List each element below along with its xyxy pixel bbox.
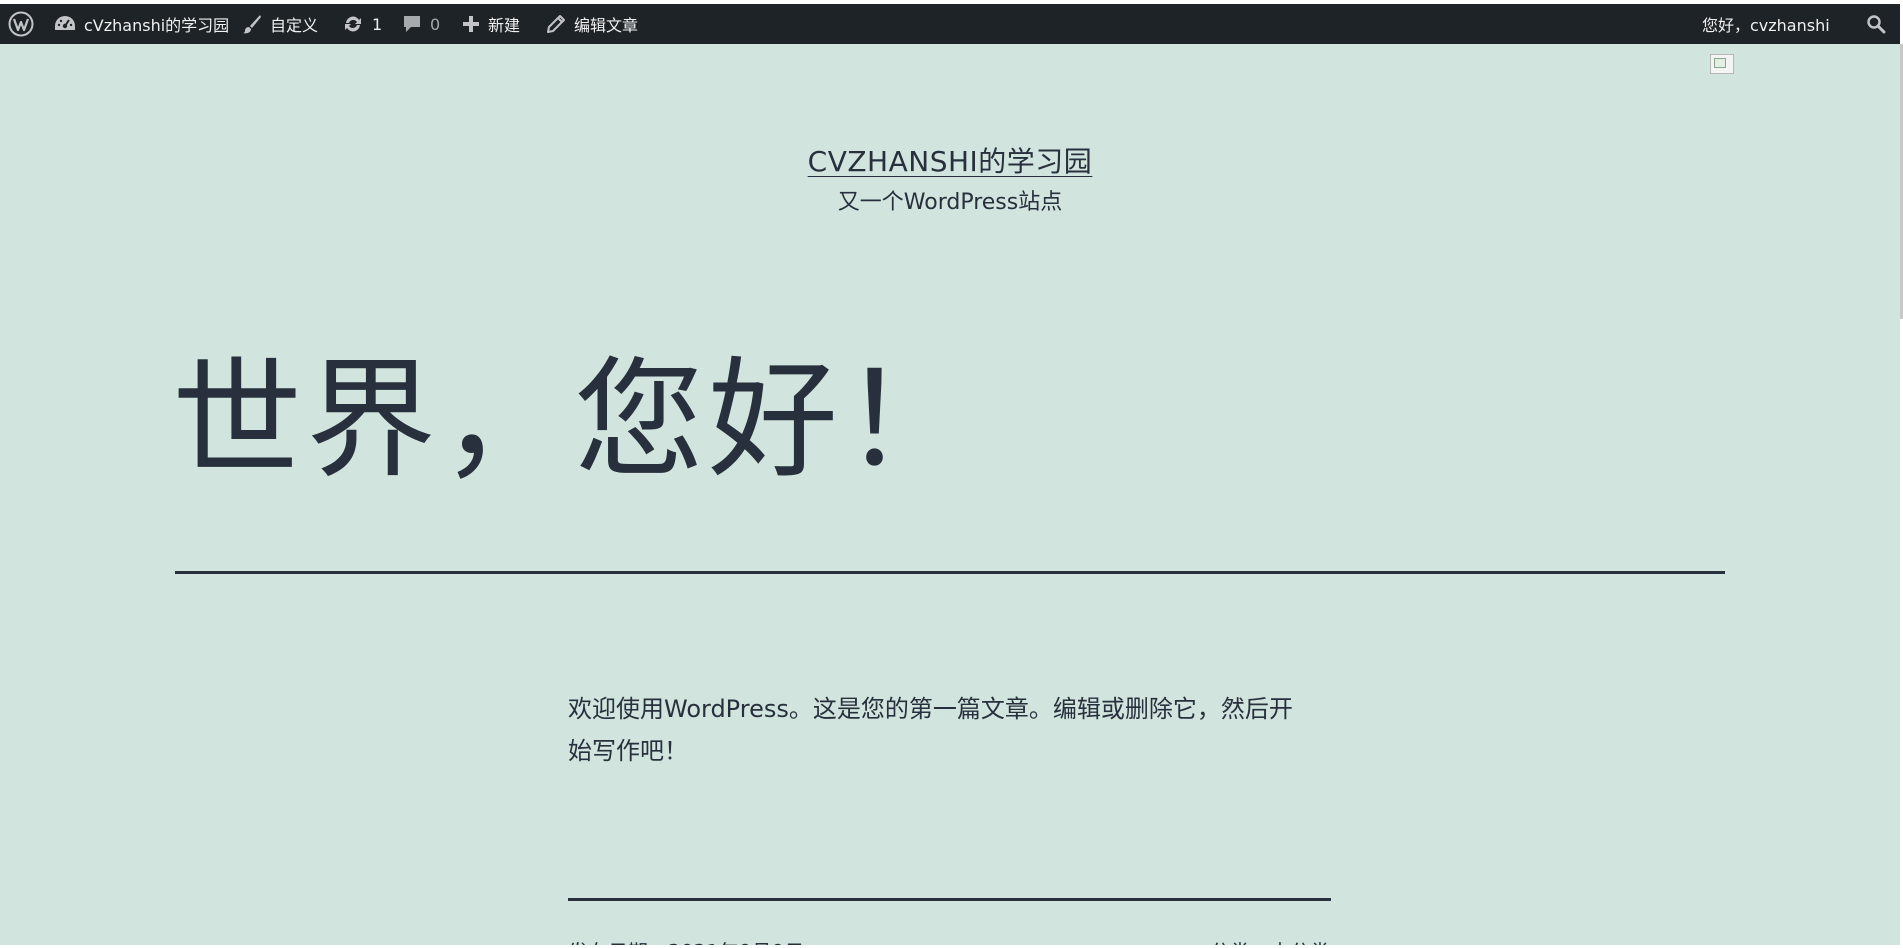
wordpress-menu[interactable] <box>8 4 34 44</box>
wordpress-logo-icon <box>8 11 34 37</box>
customize-menu[interactable]: 自定义 <box>242 4 318 44</box>
updates-count: 1 <box>372 14 383 34</box>
page-viewport: cVzhanshi的学习园 自定义 1 0 新建 编辑文章 您好，cvzhans… <box>0 0 1903 948</box>
site-description: 又一个WordPress站点 <box>837 190 1063 215</box>
paintbrush-icon <box>242 14 262 34</box>
post-title: 世界，您好！ <box>172 344 977 496</box>
post-content-line: 欢迎使用WordPress。这是您的第一篇文章。编辑或删除它，然后开 <box>568 695 1293 723</box>
new-content-menu[interactable]: 新建 <box>462 4 520 44</box>
pencil-icon <box>546 14 566 34</box>
comments-menu[interactable]: 0 <box>402 4 440 44</box>
site-title: CVZHANSHI的学习园 <box>0 140 1900 180</box>
edit-post-menu[interactable]: 编辑文章 <box>546 4 638 44</box>
admin-bar: cVzhanshi的学习园 自定义 1 0 新建 编辑文章 您好，cvzhans… <box>0 4 1900 44</box>
new-label: 新建 <box>488 16 521 35</box>
site-title-link[interactable]: CVZHANSHI的学习园 <box>808 145 1093 178</box>
edit-post-label: 编辑文章 <box>574 16 639 35</box>
updates-menu[interactable]: 1 <box>342 4 382 44</box>
post-content: 欢迎使用WordPress。这是您的第一篇文章。编辑或删除它，然后开 始写作吧！ <box>568 688 1338 772</box>
comment-icon <box>402 14 422 34</box>
site-name-label: cVzhanshi的学习园 <box>84 16 230 35</box>
title-divider <box>175 571 1725 574</box>
plus-icon <box>462 15 480 33</box>
greeting-label: 您好，cvzhanshi <box>1702 16 1830 35</box>
search-icon <box>1866 14 1886 34</box>
comments-count: 0 <box>430 14 441 34</box>
customize-label: 自定义 <box>270 16 319 35</box>
dashboard-icon <box>54 15 76 33</box>
updates-icon <box>342 14 364 34</box>
content-divider <box>568 898 1331 901</box>
broken-image-icon <box>1710 54 1734 74</box>
search-button[interactable] <box>1866 4 1886 44</box>
site-name-menu[interactable]: cVzhanshi的学习园 <box>54 4 229 44</box>
account-menu[interactable]: 您好，cvzhanshi <box>1702 4 1830 44</box>
post-content-line: 始写作吧！ <box>568 737 688 765</box>
